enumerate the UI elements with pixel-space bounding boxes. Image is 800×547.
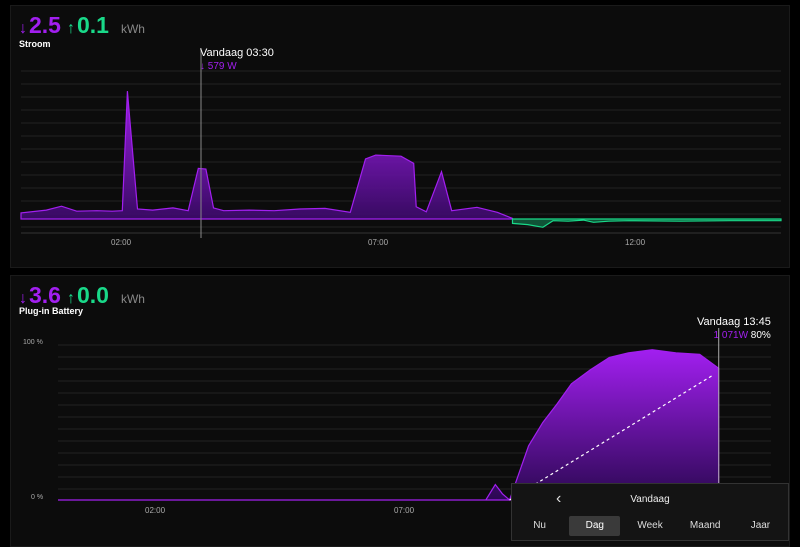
x-tick-label: 02:00 xyxy=(145,506,166,515)
stroom-tooltip-time: Vandaag 03:30 xyxy=(200,47,274,59)
y-tick-label: 100 % xyxy=(23,339,43,346)
x-tick-label: 02:00 xyxy=(111,238,132,247)
x-tick-label: 12:00 xyxy=(625,238,646,247)
export-area xyxy=(511,218,782,228)
chevron-left-icon[interactable]: ‹ xyxy=(556,490,561,508)
date-range-picker[interactable]: ‹ Vandaag Nu Dag Week Maand Jaar xyxy=(511,483,789,541)
tab-nu[interactable]: Nu xyxy=(514,516,565,536)
y-tick-label: 0 % xyxy=(31,494,44,501)
range-picker-header: ‹ Vandaag xyxy=(512,484,788,514)
stroom-tooltip-value: 579 W xyxy=(207,61,237,72)
battery-tooltip-time: Vandaag 13:45 xyxy=(697,316,771,328)
range-tabs: Nu Dag Week Maand Jaar xyxy=(512,514,788,538)
tab-maand[interactable]: Maand xyxy=(680,516,731,536)
stroom-card[interactable]: ↓ 2.5 ↑ 0.1 kWh Stroom Vandaag 03:30 ↓ 5… xyxy=(10,5,790,268)
stroom-tooltip: Vandaag 03:30 ↓ 579 W xyxy=(200,47,274,73)
x-tick-label: 07:00 xyxy=(394,506,415,515)
tab-week[interactable]: Week xyxy=(624,516,675,536)
battery-tooltip: Vandaag 13:45 1 071W 80% xyxy=(697,316,771,342)
tab-jaar[interactable]: Jaar xyxy=(735,516,786,536)
x-tick-label: 07:00 xyxy=(368,238,389,247)
stroom-chart[interactable] xyxy=(11,6,790,268)
battery-tooltip-soc: 80% xyxy=(750,330,771,341)
arrow-down-icon: ↓ xyxy=(200,61,205,72)
tab-dag[interactable]: Dag xyxy=(569,516,621,536)
stroom-tooltip-value-row: ↓ 579 W xyxy=(200,60,274,73)
battery-tooltip-values: 1 071W 80% xyxy=(697,329,771,342)
range-current-label: Vandaag xyxy=(630,493,670,505)
battery-tooltip-power: 1 071W xyxy=(713,330,749,341)
